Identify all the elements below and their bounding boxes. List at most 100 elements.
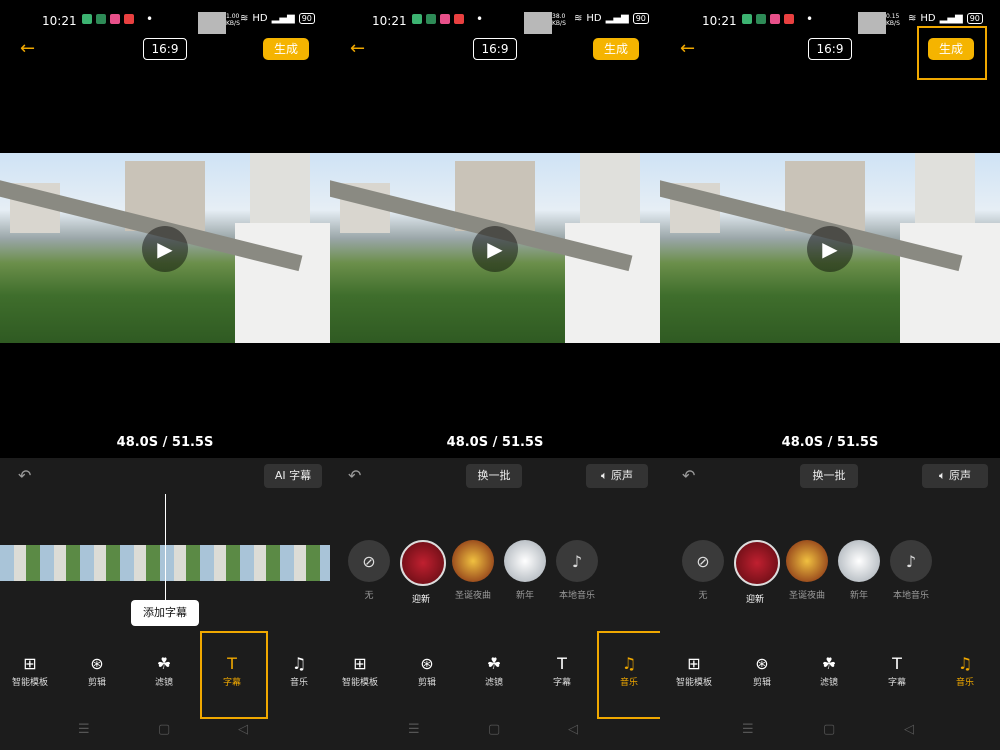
video-preview[interactable]: ▶: [0, 153, 330, 343]
status-time: 10:21: [372, 14, 407, 28]
tab-music[interactable]: ♫ 音乐: [269, 653, 329, 688]
menu-icon[interactable]: ☰: [78, 722, 90, 737]
music-icon: ♫: [957, 654, 973, 673]
back-arrow-icon[interactable]: ←: [20, 38, 35, 59]
mute-icon: 🔈︎: [938, 469, 950, 482]
menu-icon[interactable]: ☰: [742, 722, 754, 737]
tab-edit[interactable]: ⊛ 剪辑: [732, 653, 792, 688]
refresh-batch-button[interactable]: 换一批: [800, 464, 858, 488]
tab-subtitle[interactable]: T 字幕: [532, 653, 592, 688]
tab-edit[interactable]: ⊛ 剪辑: [397, 653, 457, 688]
video-preview[interactable]: ▶: [330, 153, 660, 343]
tab-filter[interactable]: ☘ 滤镜: [464, 653, 524, 688]
generate-button[interactable]: 生成: [263, 38, 309, 60]
menu-icon[interactable]: ☰: [408, 722, 420, 737]
music-item-welcome[interactable]: 迎新: [734, 540, 780, 605]
playback-time: 48.0S / 51.5S: [446, 435, 544, 450]
ai-subtitle-button[interactable]: AI 字幕: [264, 464, 322, 488]
album-thumb: [734, 540, 780, 586]
editor-panel: ↶ AI 字幕 添加字幕 ⊞ 智能模板 ⊛ 剪辑 ☘ 滤镜 T 字幕 ♫ 音乐 ☰ ▢ ◁: [0, 458, 330, 750]
refresh-batch-button[interactable]: 换一批: [466, 464, 522, 488]
grid-icon: ⊞: [353, 654, 367, 673]
tab-filter[interactable]: ☘ 滤镜: [134, 653, 194, 688]
aspect-ratio-button[interactable]: 16:9: [473, 38, 517, 60]
timeline-cursor[interactable]: [165, 494, 166, 616]
tab-smart-template[interactable]: ⊞ 智能模板: [0, 653, 60, 688]
filter-icon: ☘: [156, 654, 172, 673]
screen-subtitle: 10:21 • 1.00 KB/S ≋ HD ▂▄▆ 90 ← 16:9 生成 ▶ 48…: [0, 0, 330, 750]
back-arrow-icon[interactable]: ←: [680, 38, 695, 59]
wifi-icon: ≋: [574, 13, 583, 24]
aspect-ratio-button[interactable]: 16:9: [808, 38, 852, 60]
notification-icons: [82, 14, 134, 24]
highlight-box: [597, 631, 660, 719]
more-dot-icon: •: [476, 12, 484, 26]
signal-icon: ▂▄▆: [271, 13, 295, 24]
highlight-box: [200, 631, 268, 719]
film-reel-icon: ⊛: [755, 654, 769, 673]
status-speed-box: [524, 12, 552, 34]
play-icon[interactable]: ▶: [142, 226, 188, 272]
album-thumb: [452, 540, 494, 582]
signal-icon: ▂▄▆: [605, 13, 629, 24]
album-thumb: [838, 540, 880, 582]
home-icon[interactable]: ▢: [823, 722, 835, 737]
video-preview[interactable]: ▶: [660, 153, 1000, 343]
status-time: 10:21: [702, 14, 737, 28]
add-subtitle-tooltip[interactable]: 添加字幕: [131, 600, 199, 626]
home-icon[interactable]: ▢: [158, 722, 170, 737]
music-item-new-year[interactable]: 新年: [838, 540, 880, 605]
text-icon: T: [892, 654, 902, 673]
bottom-tabs: ⊞ 智能模板 ⊛ 剪辑 ☘ 滤镜 T 字幕 ♫ 音乐: [0, 631, 330, 719]
status-speed: 1.00 KB/S: [226, 13, 240, 27]
music-item-christmas[interactable]: 圣诞夜曲: [452, 540, 494, 605]
grid-icon: ⊞: [687, 654, 701, 673]
tab-music[interactable]: ♫ 音乐: [935, 653, 995, 688]
tab-music[interactable]: ♫ 音乐: [597, 631, 660, 719]
system-nav: ☰ ▢ ◁: [660, 722, 1000, 742]
undo-icon[interactable]: ↶: [18, 466, 31, 485]
playback-time: 48.0S / 51.5S: [116, 435, 214, 450]
original-sound-button[interactable]: 🔈︎ 原声: [922, 464, 988, 488]
back-icon[interactable]: ◁: [568, 722, 578, 737]
generate-button[interactable]: 生成: [593, 38, 639, 60]
music-note-icon: ♪: [890, 540, 932, 582]
music-item-local[interactable]: ♪ 本地音乐: [890, 540, 932, 605]
tab-smart-template[interactable]: ⊞ 智能模板: [330, 653, 390, 688]
tab-edit[interactable]: ⊛ 剪辑: [67, 653, 127, 688]
back-icon[interactable]: ◁: [904, 722, 914, 737]
top-bar: ← 16:9 生成: [660, 26, 1000, 80]
mute-icon: 🔈︎: [600, 469, 612, 482]
playback-time: 48.0S / 51.5S: [781, 435, 879, 450]
back-arrow-icon[interactable]: ←: [350, 38, 365, 59]
music-item-local[interactable]: ♪ 本地音乐: [556, 540, 598, 605]
play-icon[interactable]: ▶: [472, 226, 518, 272]
status-right: ≋ HD ▂▄▆ 90: [908, 13, 983, 24]
tab-subtitle[interactable]: T 字幕: [867, 653, 927, 688]
music-note-icon: ♪: [556, 540, 598, 582]
home-icon[interactable]: ▢: [488, 722, 500, 737]
notification-icons: [412, 14, 464, 24]
tab-subtitle[interactable]: T 字幕: [200, 631, 268, 719]
system-nav: ☰ ▢ ◁: [0, 722, 330, 742]
undo-icon[interactable]: ↶: [682, 466, 695, 485]
status-right: ≋ HD ▂▄▆ 90: [240, 13, 315, 24]
original-sound-button[interactable]: 🔈︎ 原声: [586, 464, 648, 488]
none-icon: ⊘: [682, 540, 724, 582]
music-item-christmas[interactable]: 圣诞夜曲: [786, 540, 828, 605]
music-list: ⊘ 无 迎新 圣诞夜曲 新年 ♪ 本地音乐: [682, 540, 932, 605]
grid-icon: ⊞: [23, 654, 37, 673]
wifi-icon: ≋: [240, 13, 249, 24]
screen-music: 10:21 • 38.0 KB/S ≋ HD ▂▄▆ 90 ← 16:9 生成 ▶ 48…: [330, 0, 660, 750]
aspect-ratio-button[interactable]: 16:9: [143, 38, 187, 60]
back-icon[interactable]: ◁: [238, 722, 248, 737]
undo-icon[interactable]: ↶: [348, 466, 361, 485]
music-item-new-year[interactable]: 新年: [504, 540, 546, 605]
tab-smart-template[interactable]: ⊞ 智能模板: [664, 653, 724, 688]
play-icon[interactable]: ▶: [807, 226, 853, 272]
status-speed-box: [858, 12, 886, 34]
music-item-none[interactable]: ⊘ 无: [348, 540, 390, 605]
music-item-welcome[interactable]: 迎新: [400, 540, 446, 605]
tab-filter[interactable]: ☘ 滤镜: [799, 653, 859, 688]
music-item-none[interactable]: ⊘ 无: [682, 540, 724, 605]
